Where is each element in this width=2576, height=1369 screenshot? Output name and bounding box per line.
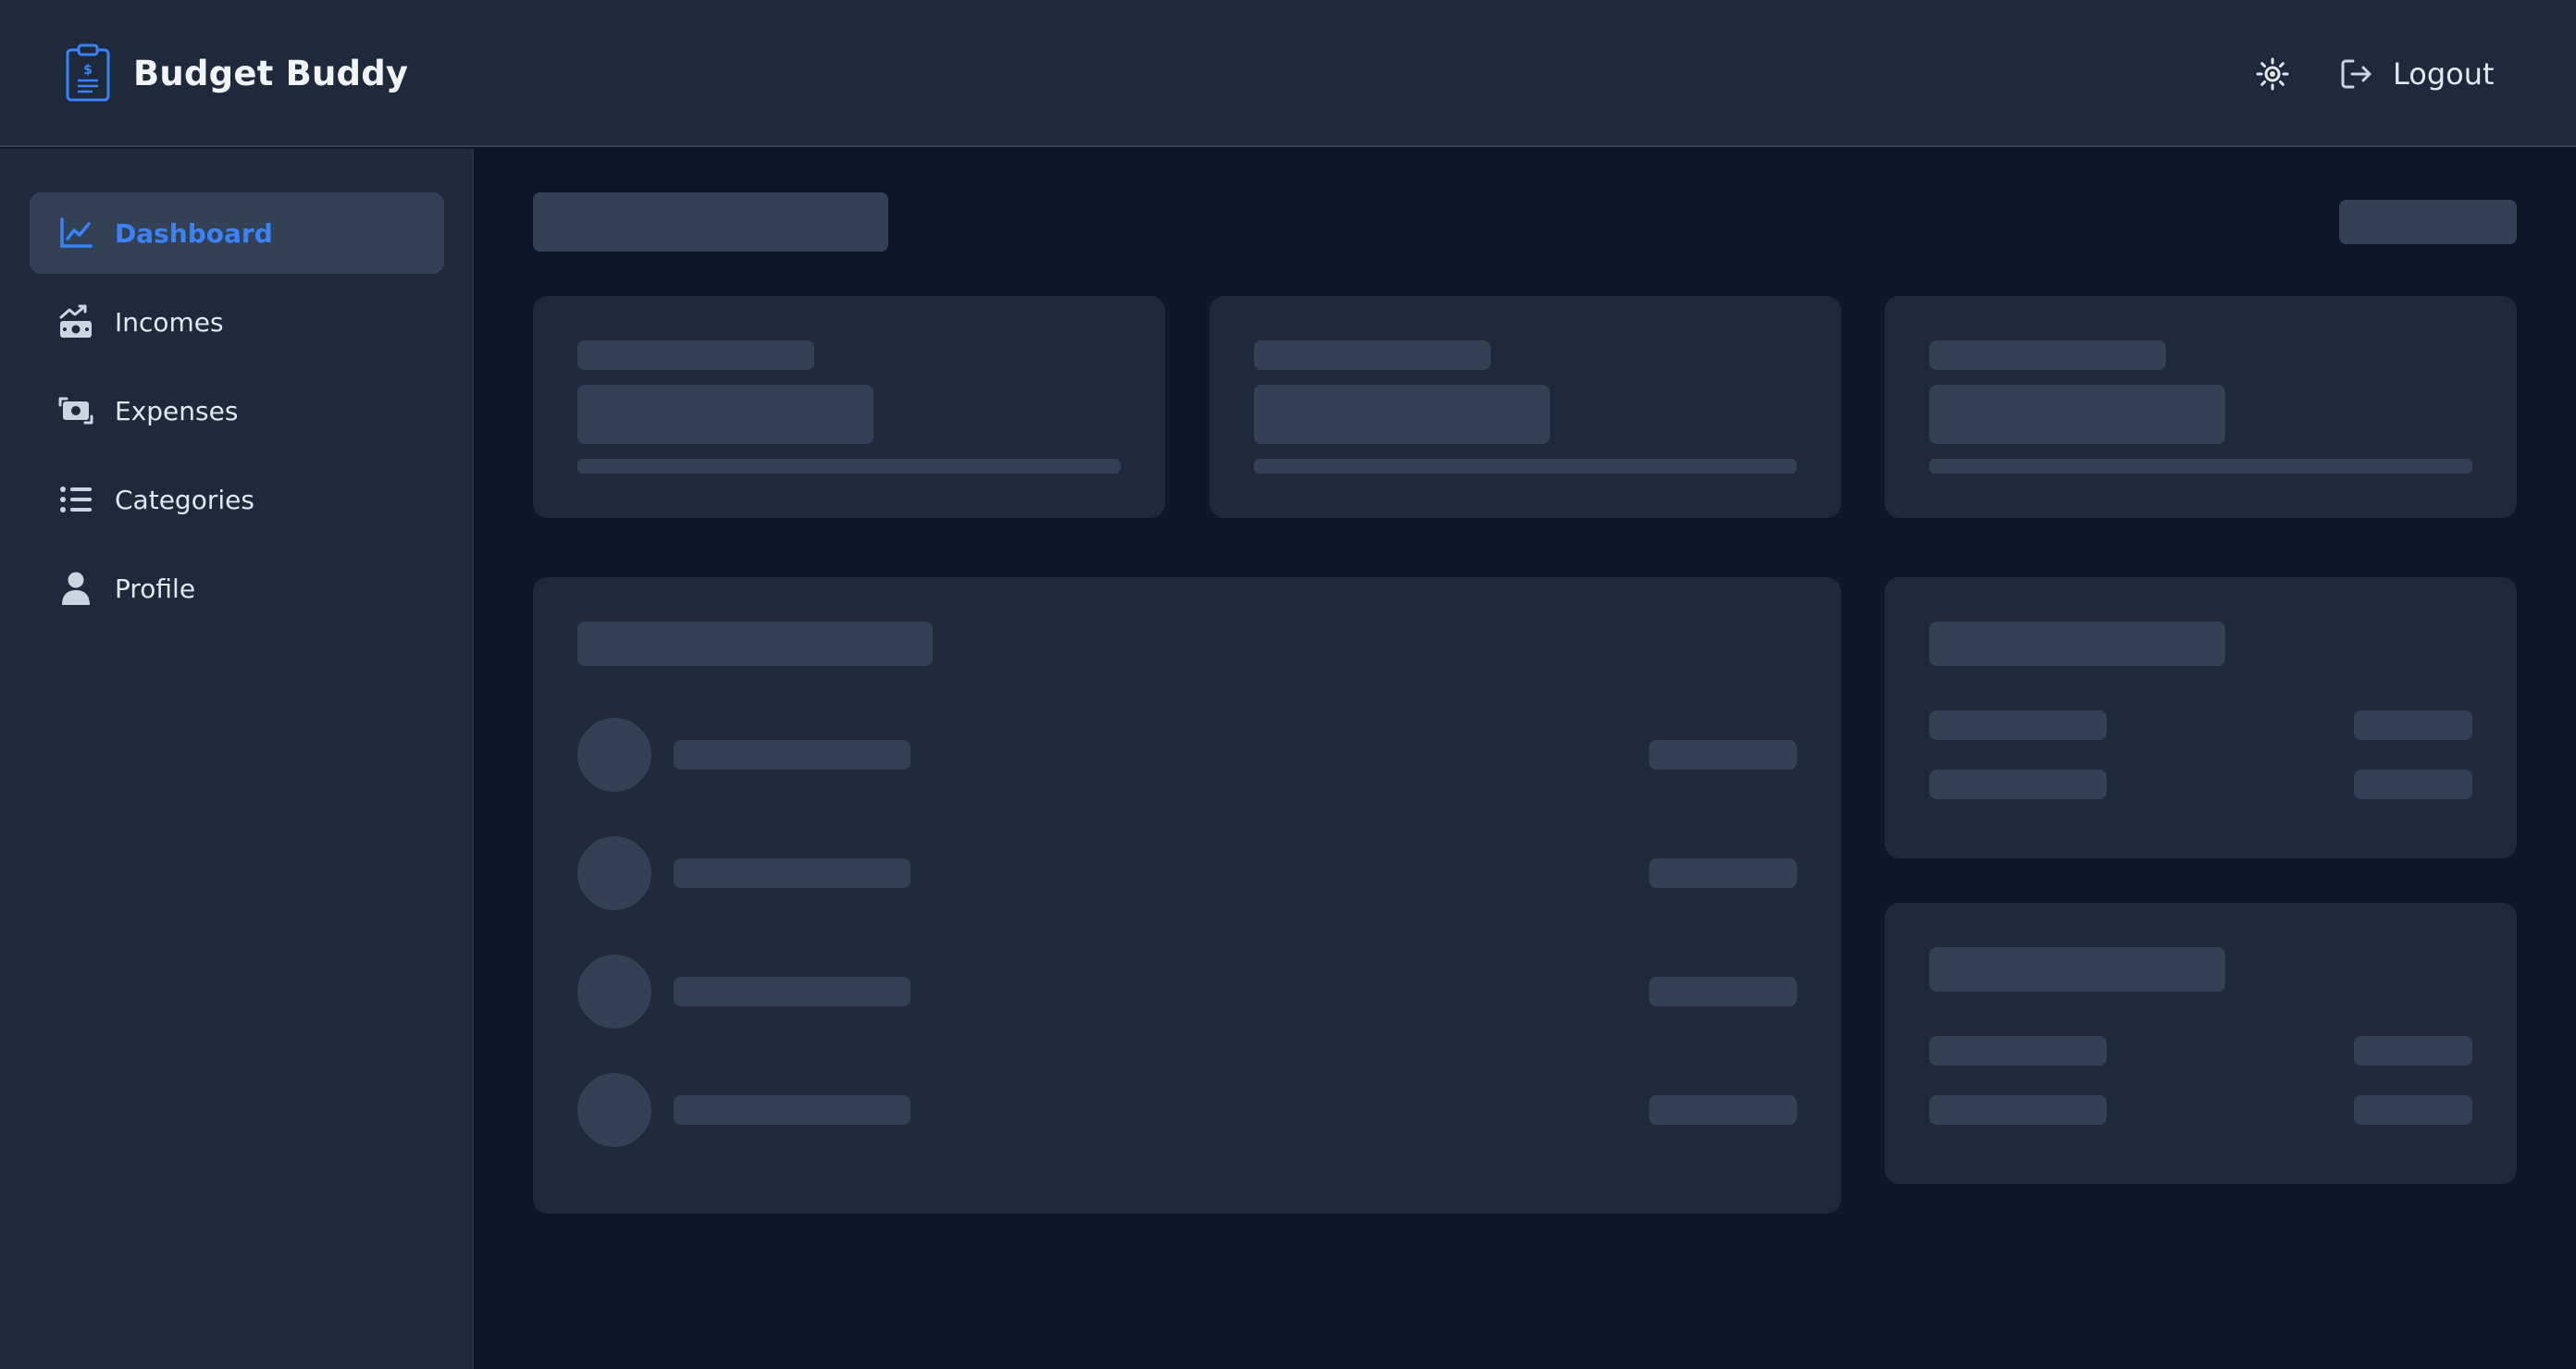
row-label-skeleton	[1929, 1095, 2107, 1125]
card-title-skeleton	[1929, 947, 2225, 992]
row-label-skeleton	[1929, 710, 2107, 740]
row-text-skeleton	[674, 1095, 910, 1125]
money-trend-up-icon	[57, 303, 94, 340]
theme-toggle-button[interactable]	[2252, 54, 2293, 94]
row-amount-skeleton	[1649, 740, 1797, 770]
summary-card-skeleton	[533, 296, 1165, 518]
sidebar: Dashboard Incomes Expenses Categories Pr…	[0, 149, 474, 1369]
row-amount-skeleton	[1649, 858, 1797, 888]
logout-label: Logout	[2393, 56, 2495, 92]
row-value-skeleton	[2354, 1036, 2472, 1066]
logout-icon	[2341, 59, 2372, 89]
card-label-skeleton	[1254, 340, 1491, 370]
avatar-skeleton	[577, 955, 651, 1029]
row-text-skeleton	[674, 858, 910, 888]
app-title: Budget Buddy	[133, 53, 409, 93]
row-amount-skeleton	[1649, 977, 1797, 1006]
summary-card-skeleton	[1209, 296, 1841, 518]
row-value-skeleton	[2354, 1095, 2472, 1125]
transactions-card-skeleton	[533, 577, 1841, 1214]
row-value-skeleton	[2354, 710, 2472, 740]
card-label-skeleton	[577, 340, 814, 370]
card-title-skeleton	[577, 622, 933, 666]
card-value-skeleton	[1929, 385, 2225, 444]
logout-button[interactable]: Logout	[2339, 48, 2495, 100]
card-value-skeleton	[577, 385, 873, 444]
top-header: $ Budget Buddy Logout	[0, 0, 2576, 147]
sidebar-item-incomes[interactable]: Incomes	[30, 281, 444, 363]
avatar-skeleton	[577, 836, 651, 910]
sidebar-item-label: Incomes	[115, 306, 224, 338]
sidebar-item-profile[interactable]: Profile	[30, 548, 444, 629]
page-title-skeleton	[533, 192, 888, 252]
row-amount-skeleton	[1649, 1095, 1797, 1125]
card-progress-skeleton	[577, 459, 1121, 474]
svg-text:$: $	[83, 63, 93, 78]
row-value-skeleton	[2354, 770, 2472, 799]
avatar-skeleton	[577, 1073, 651, 1147]
card-progress-skeleton	[1929, 459, 2472, 474]
sidebar-item-label: Categories	[115, 484, 254, 515]
user-icon	[57, 570, 94, 607]
sidebar-item-dashboard[interactable]: Dashboard	[30, 192, 444, 274]
list-icon	[57, 481, 94, 518]
side-card-skeleton	[1885, 577, 2517, 858]
sidebar-item-expenses[interactable]: Expenses	[30, 370, 444, 451]
clipboard-dollar-icon: $	[66, 43, 110, 102]
sidebar-item-categories[interactable]: Categories	[30, 459, 444, 540]
app-root: $ Budget Buddy Logout Dashboard Incomes …	[0, 0, 2576, 1369]
sidebar-item-label: Profile	[115, 573, 196, 604]
row-text-skeleton	[674, 740, 910, 770]
row-label-skeleton	[1929, 770, 2107, 799]
sidebar-item-label: Expenses	[115, 395, 239, 426]
summary-card-skeleton	[1885, 296, 2517, 518]
chart-line-icon	[57, 215, 94, 252]
card-title-skeleton	[1929, 622, 2225, 666]
money-bill-transfer-icon	[57, 392, 94, 429]
card-label-skeleton	[1929, 340, 2166, 370]
card-progress-skeleton	[1254, 459, 1797, 474]
avatar-skeleton	[577, 718, 651, 792]
action-button-skeleton	[2339, 200, 2517, 244]
card-value-skeleton	[1254, 385, 1550, 444]
side-card-skeleton	[1885, 903, 2517, 1184]
sun-icon	[2256, 57, 2289, 91]
row-text-skeleton	[674, 977, 910, 1006]
row-label-skeleton	[1929, 1036, 2107, 1066]
brand[interactable]: $ Budget Buddy	[65, 43, 408, 104]
sidebar-item-label: Dashboard	[115, 217, 273, 249]
